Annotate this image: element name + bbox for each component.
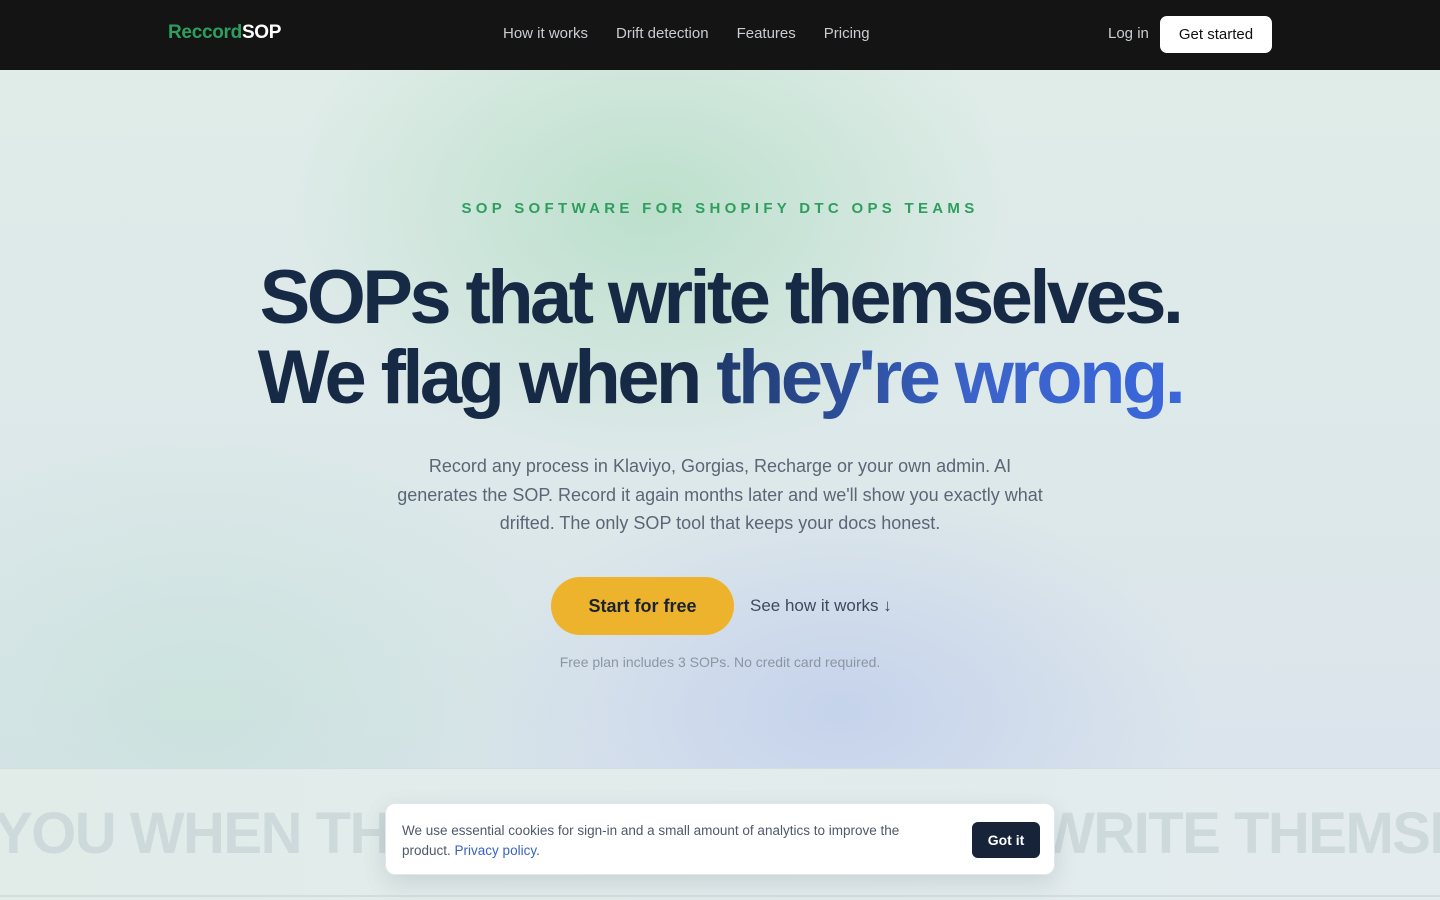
got-it-button[interactable]: Got it: [972, 822, 1040, 858]
nav-links: How it works Drift detection Features Pr…: [503, 25, 870, 42]
login-link[interactable]: Log in: [1108, 25, 1149, 42]
headline-accent: they're wrong.: [716, 335, 1186, 420]
divider: [0, 895, 1440, 897]
logo[interactable]: ReccordSOP: [168, 22, 281, 44]
free-plan-note: Free plan includes 3 SOPs. No credit car…: [559, 654, 881, 670]
get-started-button[interactable]: Get started: [1160, 16, 1272, 53]
hero-eyebrow: SOP SOFTWARE FOR SHOPIFY DTC OPS TEAMS: [461, 200, 979, 217]
nav-link-features[interactable]: Features: [737, 25, 796, 42]
hero-headline: SOPs that write themselves. We flag when…: [0, 258, 1440, 418]
nav-link-how-it-works[interactable]: How it works: [503, 25, 588, 42]
headline-line-1: SOPs that write themselves.: [259, 255, 1184, 340]
hero-section: SOP SOFTWARE FOR SHOPIFY DTC OPS TEAMS S…: [0, 70, 1440, 768]
start-for-free-button[interactable]: Start for free: [551, 577, 734, 635]
privacy-policy-link[interactable]: Privacy policy: [455, 843, 537, 858]
cookie-message: We use essential cookies for sign-in and…: [402, 821, 942, 861]
nav-link-pricing[interactable]: Pricing: [824, 25, 870, 42]
see-how-it-works-link[interactable]: See how it works ↓: [750, 596, 892, 616]
cookie-suffix: .: [536, 843, 540, 858]
marquee-text-right: WRITE THEMSELV: [1040, 801, 1440, 866]
logo-text-secondary: SOP: [241, 22, 282, 43]
marquee-text-left: YOU WHEN THEY: [0, 801, 394, 866]
cookie-banner: We use essential cookies for sign-in and…: [385, 803, 1055, 875]
headline-line-2: We flag when: [257, 335, 717, 420]
hero-subtext: Record any process in Klaviyo, Gorgias, …: [397, 456, 1043, 533]
logo-text-primary: Reccord: [168, 22, 242, 43]
top-nav: ReccordSOP How it works Drift detection …: [0, 0, 1440, 70]
nav-link-drift-detection[interactable]: Drift detection: [616, 25, 709, 42]
